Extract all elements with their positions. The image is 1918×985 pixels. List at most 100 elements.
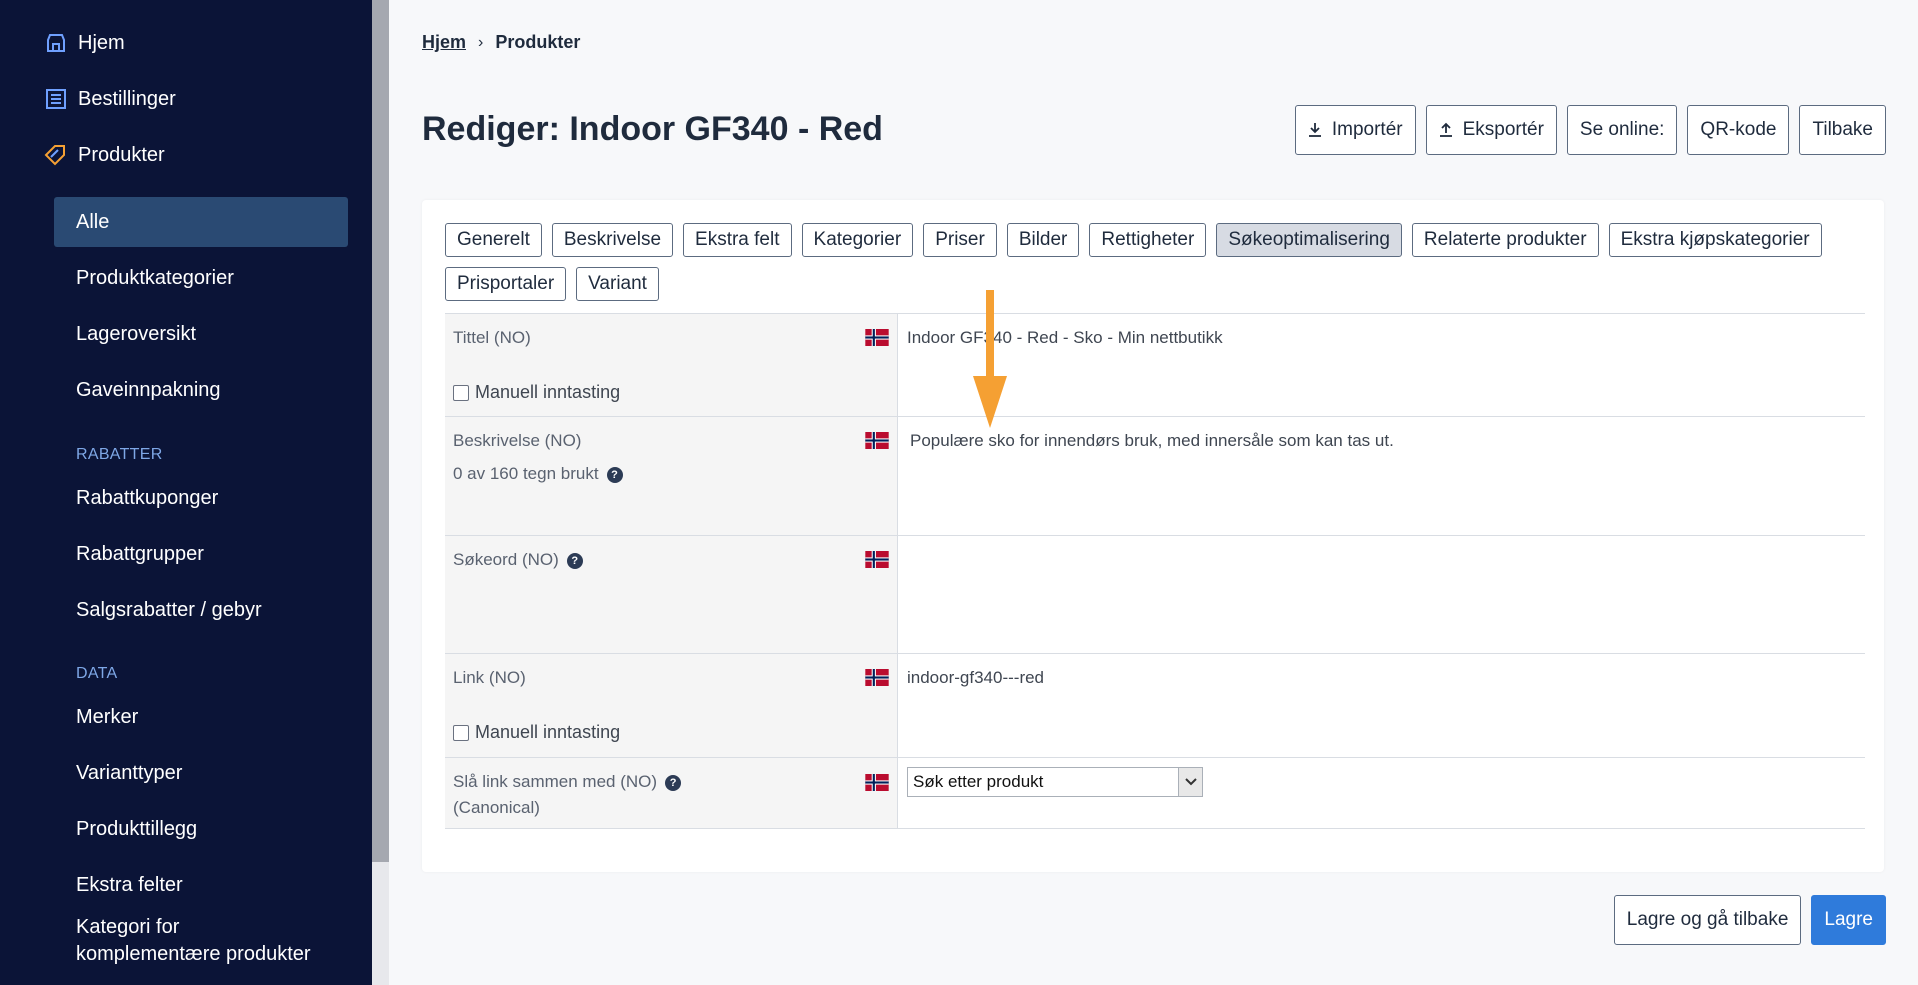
sidebar-subitem-rabattgrupper[interactable]: Rabattgrupper [76,543,204,566]
help-icon[interactable]: ? [566,552,583,569]
save-and-back-button[interactable]: Lagre og gå tilbake [1613,895,1802,945]
link-label: Link (NO) [453,668,526,687]
breadcrumb-home-link[interactable]: Hjem [422,32,466,53]
page-title: Rediger: Indoor GF340 - Red [422,110,883,148]
sidebar-item-hjem[interactable]: Hjem [44,31,125,55]
sidebar-item-label: Hjem [78,31,125,54]
tab-variant[interactable]: Variant [576,267,659,301]
bottom-actions: Lagre og gå tilbake Lagre [1613,895,1886,945]
list-icon [44,87,68,111]
export-label: Eksportér [1462,119,1544,140]
description-count: 0 av 160 tegn brukt? [453,464,889,484]
tab-rettigheter[interactable]: Rettigheter [1089,223,1207,257]
sidebar-subitem-lageroversikt[interactable]: Lageroversikt [76,323,196,346]
save-button[interactable]: Lagre [1811,895,1886,945]
label-cell: Beskrivelse (NO) 0 av 160 tegn brukt? [445,417,897,535]
sidebar-subitem-gaveinnpakning[interactable]: Gaveinnpakning [76,379,221,402]
breadcrumb: Hjem › Produkter [422,32,580,53]
title-label: Tittel (NO) [453,328,531,347]
description-label: Beskrivelse (NO) [453,431,582,450]
label-cell: Slå link sammen med (NO)? (Canonical) [445,758,897,828]
edit-card: Generelt Beskrivelse Ekstra felt Kategor… [422,200,1884,872]
product-search-select[interactable]: Søk etter produkt [907,767,1203,797]
import-button[interactable]: Importér [1294,105,1416,155]
form-row-title: Tittel (NO) Manuell inntasting Indoor GF… [445,314,1865,417]
download-icon [1308,122,1322,138]
import-label: Importér [1331,119,1403,140]
tab-kategorier[interactable]: Kategorier [801,223,914,257]
back-button[interactable]: Tilbake [1799,105,1886,155]
tab-generelt[interactable]: Generelt [445,223,542,257]
tab-ekstra-kjopskategorier[interactable]: Ekstra kjøpskategorier [1608,223,1822,257]
sidebar: Hjem Bestillinger Produkter Alle Produkt… [0,0,372,985]
manual-title-checkbox[interactable] [453,384,469,401]
sidebar-subitem-label: Alle [76,210,110,233]
title-value: Indoor GF340 - Red - Sko - Min nettbutik… [897,314,1865,416]
label-cell: Søkeord (NO)? [445,536,897,653]
tab-priser[interactable]: Priser [923,223,997,257]
form-row-link: Link (NO) Manuell inntasting indoor-gf34… [445,654,1865,758]
sidebar-subitem-varianttyper[interactable]: Varianttyper [76,762,182,785]
breadcrumb-current: Produkter [495,32,581,52]
tag-icon [44,143,68,167]
annotation-arrow-icon [973,290,1007,428]
sidebar-item-bestillinger[interactable]: Bestillinger [44,87,176,111]
manual-title-label: Manuell inntasting [475,382,621,402]
top-actions: Importér Eksportér Se online: QR-kode Ti… [1294,105,1886,155]
label-cell: Link (NO) Manuell inntasting [445,654,897,757]
norway-flag-icon [865,669,889,686]
sidebar-subitem-label: komplementære produkter [76,943,311,965]
sidebar-scrollbar[interactable] [372,0,389,985]
tab-ekstra-felt[interactable]: Ekstra felt [683,223,792,257]
export-button[interactable]: Eksportér [1425,105,1557,155]
sidebar-subitem-rabattkuponger[interactable]: Rabattkuponger [76,487,218,510]
tab-sokeoptimalisering[interactable]: Søkeoptimalisering [1216,223,1402,257]
sidebar-item-produkter[interactable]: Produkter [44,143,165,167]
form-row-keywords: Søkeord (NO)? [445,536,1865,654]
tab-bilder[interactable]: Bilder [1006,223,1080,257]
keywords-label: Søkeord (NO) [453,550,559,569]
help-icon[interactable]: ? [606,466,623,483]
sidebar-subitem-ekstra-felter[interactable]: Ekstra felter [76,874,183,897]
norway-flag-icon [865,773,889,791]
view-online-button[interactable]: Se online: [1566,105,1678,155]
sidebar-subitem-produkttillegg[interactable]: Produkttillegg [76,818,197,841]
chevron-down-icon[interactable] [1178,768,1202,796]
tab-prisportaler[interactable]: Prisportaler [445,267,567,301]
link-value-text: indoor-gf340---red [907,668,1045,687]
sidebar-subitem-label: Kategori for [76,916,180,938]
manual-link-checkbox-wrapper[interactable]: Manuell inntasting [453,722,620,743]
canonical-label: Slå link sammen med (NO) [453,772,658,791]
help-icon[interactable]: ? [665,774,682,791]
canonical-value-cell: Søk etter produkt [897,758,1865,828]
sidebar-item-label: Produkter [78,143,165,166]
qr-code-button[interactable]: QR-kode [1687,105,1790,155]
seo-form: Tittel (NO) Manuell inntasting Indoor GF… [445,313,1865,829]
canonical-label-wrapper: Slå link sammen med (NO)? [453,769,889,795]
description-text: Populære sko for innendørs bruk, med inn… [910,431,1394,450]
description-count-text: 0 av 160 tegn brukt [453,464,599,483]
norway-flag-icon [865,432,889,449]
sidebar-subitem-kategori-komplementaere[interactable]: Kategori for komplementære produkter [76,914,311,968]
sidebar-subitem-salgsrabatter[interactable]: Salgsrabatter / gebyr [76,599,262,622]
scrollbar-thumb[interactable] [372,0,389,862]
norway-flag-icon [865,329,889,346]
store-icon [44,31,68,55]
sidebar-subitem-produktkategorier[interactable]: Produktkategorier [76,267,234,290]
manual-link-checkbox[interactable] [453,724,469,741]
sidebar-item-label: Bestillinger [78,87,176,110]
tab-beskrivelse[interactable]: Beskrivelse [551,223,674,257]
product-search-select-value: Søk etter produkt [913,772,1044,791]
description-textarea[interactable]: Populære sko for innendørs bruk, med inn… [897,417,1865,535]
sidebar-subitem-merker[interactable]: Merker [76,706,138,729]
section-header-data: DATA [76,665,118,682]
link-value: indoor-gf340---red [897,654,1865,757]
manual-title-checkbox-wrapper[interactable]: Manuell inntasting [453,382,620,403]
keywords-textarea[interactable] [897,536,1865,653]
section-header-rabatter: RABATTER [76,446,163,463]
form-row-canonical: Slå link sammen med (NO)? (Canonical) Sø… [445,758,1865,829]
sidebar-subitem-alle[interactable]: Alle [54,197,348,247]
upload-icon [1439,122,1453,138]
norway-flag-icon [865,551,889,568]
tab-relaterte-produkter[interactable]: Relaterte produkter [1411,223,1599,257]
